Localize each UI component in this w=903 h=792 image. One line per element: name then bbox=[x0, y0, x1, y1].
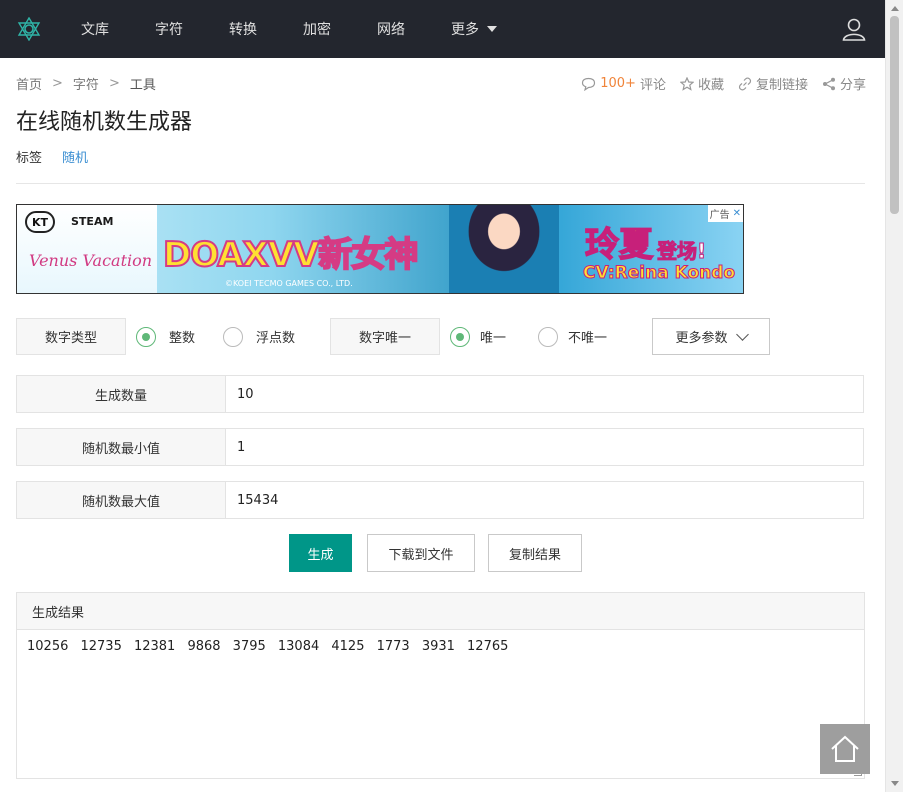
breadcrumb-home[interactable]: 首页 bbox=[16, 74, 42, 93]
radio-unique[interactable]: 唯一 bbox=[450, 326, 507, 347]
copy-link-button[interactable]: 复制链接 bbox=[738, 74, 808, 93]
chevron-down-icon bbox=[735, 327, 749, 341]
tag-row: 标签 随机 bbox=[16, 147, 88, 166]
site-logo[interactable] bbox=[0, 0, 58, 58]
link-icon bbox=[738, 77, 752, 90]
radio-integer-label: 整数 bbox=[169, 331, 196, 346]
more-params-button[interactable]: 更多参数 bbox=[652, 318, 770, 355]
max-field-row: 随机数最大值 bbox=[16, 481, 864, 519]
ad-copyright: ©KOEI TECMO GAMES CO., LTD. bbox=[225, 279, 353, 288]
nav-item-encrypt[interactable]: 加密 bbox=[280, 0, 354, 58]
ad-character-image bbox=[449, 205, 559, 293]
min-label: 随机数最小值 bbox=[17, 429, 226, 465]
nav-item-characters[interactable]: 字符 bbox=[132, 0, 206, 58]
radio-unchecked-icon bbox=[538, 326, 559, 347]
scroll-down-arrow-icon[interactable] bbox=[891, 781, 899, 786]
nav-item-convert[interactable]: 转换 bbox=[206, 0, 280, 58]
radio-float[interactable]: 浮点数 bbox=[223, 326, 296, 347]
result-panel: 生成结果 10256 12735 12381 9868 3795 13084 4… bbox=[16, 592, 865, 779]
star-icon bbox=[679, 76, 694, 91]
copy-link-label: 复制链接 bbox=[755, 78, 808, 93]
page-title: 在线随机数生成器 bbox=[16, 110, 193, 135]
options-row: 数字类型 整数 浮点数 数字唯一 唯一 不唯一 bbox=[16, 318, 607, 355]
ad-cv-text: CV:Reina Kondo bbox=[582, 263, 736, 284]
radio-not-unique[interactable]: 不唯一 bbox=[538, 326, 608, 347]
breadcrumb-tools[interactable]: 工具 bbox=[130, 74, 156, 93]
count-field-row: 生成数量 bbox=[16, 375, 864, 413]
radio-unchecked-icon bbox=[223, 326, 244, 347]
share-label: 分享 bbox=[839, 78, 866, 93]
ad-badge: 广告 ✕ bbox=[707, 205, 743, 222]
breadcrumb-separator: > bbox=[52, 76, 63, 91]
radio-integer[interactable]: 整数 bbox=[136, 326, 196, 347]
caret-down-icon bbox=[487, 26, 497, 32]
comment-count: 100+ bbox=[600, 76, 636, 91]
ad-right-title: 玲夏 bbox=[584, 224, 654, 266]
ad-venus-logo: Venus Vacation bbox=[29, 251, 153, 270]
comment-link[interactable]: 100+ 评论 bbox=[581, 74, 666, 93]
ad-banner[interactable]: KT STEAM Venus Vacation DOAXVV新女神 ©KOEI … bbox=[16, 204, 744, 294]
logo-icon bbox=[17, 17, 41, 41]
divider bbox=[16, 183, 865, 184]
share-icon bbox=[822, 77, 835, 90]
result-header: 生成结果 bbox=[17, 593, 864, 630]
min-field-row: 随机数最小值 bbox=[16, 428, 864, 466]
nav-item-more[interactable]: 更多 bbox=[428, 0, 520, 58]
more-params-label: 更多参数 bbox=[675, 331, 728, 346]
user-icon[interactable] bbox=[841, 16, 867, 42]
radio-not-unique-label: 不唯一 bbox=[568, 331, 608, 346]
ad-badge-label: 广告 bbox=[709, 210, 730, 221]
breadcrumb-separator: > bbox=[108, 76, 120, 91]
breadcrumb: 首页 > 字符 > 工具 bbox=[16, 74, 156, 93]
share-button[interactable]: 分享 bbox=[822, 74, 866, 93]
page-actions: 100+ 评论 收藏 复制链接 分享 bbox=[581, 74, 866, 93]
radio-checked-icon bbox=[450, 326, 471, 347]
result-textarea[interactable]: 10256 12735 12381 9868 3795 13084 4125 1… bbox=[17, 630, 864, 663]
count-input[interactable] bbox=[226, 376, 863, 412]
generate-button[interactable]: 生成 bbox=[289, 534, 352, 572]
ad-close-icon[interactable]: ✕ bbox=[733, 208, 741, 219]
tag-random[interactable]: 随机 bbox=[62, 147, 88, 166]
back-to-top-button[interactable] bbox=[820, 724, 870, 774]
scroll-thumb[interactable] bbox=[890, 16, 899, 214]
radio-checked-icon bbox=[136, 326, 156, 347]
nav-item-network[interactable]: 网络 bbox=[354, 0, 428, 58]
count-label: 生成数量 bbox=[17, 376, 226, 412]
max-input[interactable] bbox=[226, 482, 863, 518]
min-input[interactable] bbox=[226, 429, 863, 465]
breadcrumb-characters[interactable]: 字符 bbox=[73, 74, 99, 93]
tag-label: 标签 bbox=[16, 151, 43, 166]
unique-label: 数字唯一 bbox=[330, 318, 441, 355]
ad-headline: DOAXVV新女神 bbox=[162, 234, 419, 276]
page-scrollbar[interactable] bbox=[885, 0, 903, 792]
favorite-button[interactable]: 收藏 bbox=[679, 74, 724, 93]
ad-right-subtitle: 登场! bbox=[656, 239, 707, 264]
number-type-label: 数字类型 bbox=[16, 318, 126, 355]
copy-result-button[interactable]: 复制结果 bbox=[488, 534, 582, 572]
nav-more-label: 更多 bbox=[451, 22, 479, 38]
comment-label: 评论 bbox=[639, 78, 666, 93]
radio-unique-label: 唯一 bbox=[480, 331, 507, 346]
radio-float-label: 浮点数 bbox=[256, 331, 296, 346]
comment-icon bbox=[582, 77, 596, 91]
home-icon bbox=[831, 735, 859, 762]
nav-item-library[interactable]: 文库 bbox=[58, 0, 132, 58]
top-navbar: 文库 字符 转换 加密 网络 更多 bbox=[0, 0, 885, 58]
download-button[interactable]: 下载到文件 bbox=[367, 534, 475, 572]
ad-kt-logo: KT bbox=[25, 211, 55, 233]
ad-steam-logo: STEAM bbox=[71, 215, 114, 228]
max-label: 随机数最大值 bbox=[17, 482, 226, 518]
scroll-up-arrow-icon[interactable] bbox=[891, 6, 899, 11]
favorite-label: 收藏 bbox=[697, 78, 724, 93]
